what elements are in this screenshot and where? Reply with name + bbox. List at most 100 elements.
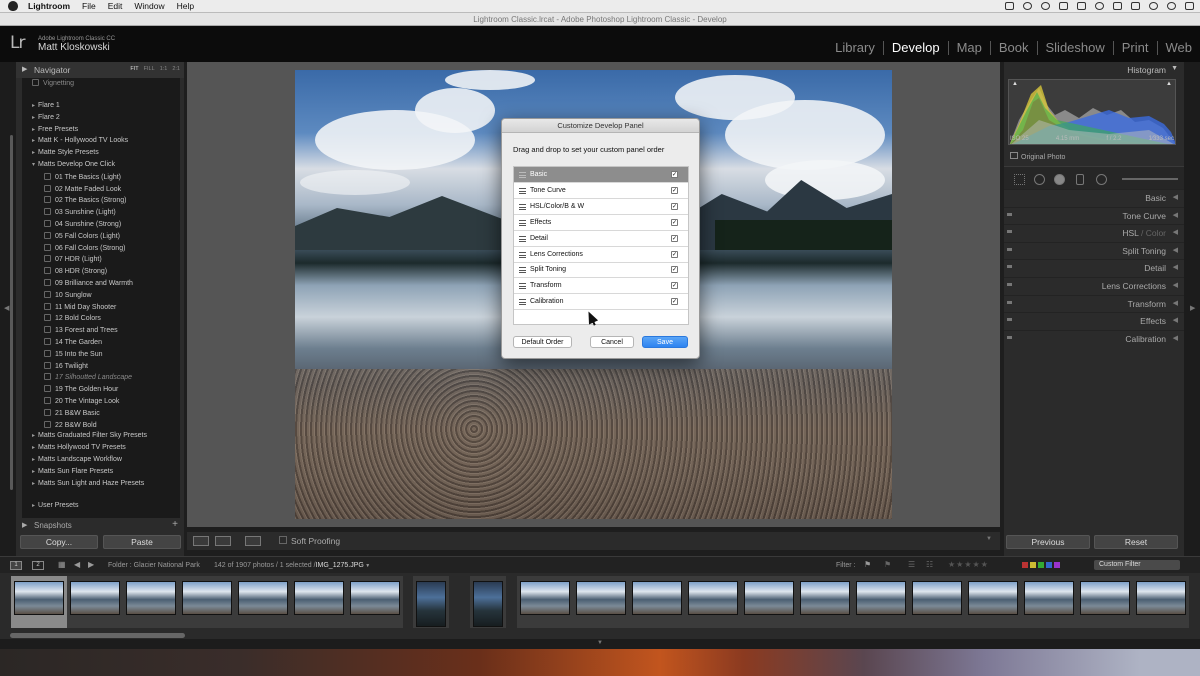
module-print[interactable]: Print — [1114, 40, 1157, 55]
preset-item[interactable]: 15 Into the Sun — [44, 350, 102, 358]
drag-handle-icon[interactable] — [519, 235, 526, 242]
panel-order-row[interactable]: Calibration ✓ — [514, 294, 688, 311]
drag-handle-icon[interactable] — [519, 187, 526, 194]
module-web[interactable]: Web — [1158, 40, 1200, 55]
creative-cloud-icon[interactable] — [1023, 2, 1032, 10]
filmstrip-scrollbar[interactable] — [10, 633, 185, 638]
grid-view-icon[interactable]: ▦ — [58, 560, 66, 569]
filmstrip-thumbnail[interactable] — [470, 576, 506, 628]
preset-folder[interactable]: Matts Sun Light and Haze Presets — [32, 480, 144, 487]
filmstrip-thumbnail[interactable] — [797, 576, 853, 628]
navigator-header[interactable]: ▶ Navigator FIT FILL 1:1 2:1 — [16, 62, 184, 78]
panel-visible-checkbox[interactable]: ✓ — [671, 250, 678, 258]
preset-item[interactable]: 02 Matte Faded Look — [44, 185, 121, 193]
filmstrip-thumbnail[interactable] — [235, 576, 291, 628]
primary-screen-button[interactable]: 1 — [10, 561, 22, 570]
filmstrip-thumbnail[interactable] — [909, 576, 965, 628]
preset-item[interactable]: 07 HDR (Light) — [44, 255, 102, 263]
menu-window[interactable]: Window — [134, 1, 164, 11]
copy-button[interactable]: Copy... — [20, 535, 98, 549]
virtual-copy-filter-icon[interactable]: ☷ — [926, 560, 933, 569]
module-slideshow[interactable]: Slideshow — [1038, 40, 1113, 55]
panel-section-effects[interactable]: Effects ◀ — [1004, 312, 1184, 329]
menu-file[interactable]: File — [82, 1, 96, 11]
preset-item[interactable]: 06 Fall Colors (Strong) — [44, 244, 125, 252]
panel-visible-checkbox[interactable]: ✓ — [671, 234, 678, 242]
left-panel-toggle-icon[interactable]: ◀ — [4, 304, 9, 312]
drag-handle-icon[interactable] — [519, 283, 526, 290]
panel-order-row[interactable]: Transform ✓ — [514, 278, 688, 295]
panel-order-row[interactable]: Lens Corrections ✓ — [514, 247, 688, 263]
filmstrip-thumbnail[interactable] — [291, 576, 347, 628]
yellow-label-filter[interactable] — [1030, 562, 1036, 568]
default-order-button[interactable]: Default Order — [513, 336, 572, 348]
previous-button[interactable]: Previous — [1006, 535, 1090, 549]
menu-help[interactable]: Help — [177, 1, 194, 11]
histogram-header[interactable]: Histogram ▼ — [1004, 62, 1184, 78]
menu-edit[interactable]: Edit — [108, 1, 123, 11]
preset-item[interactable]: 09 Brilliance and Warmth — [44, 279, 133, 287]
cast-icon[interactable] — [1059, 2, 1068, 10]
preset-folder[interactable]: Flare 1 — [32, 102, 60, 109]
filmstrip-thumbnail[interactable] — [413, 576, 449, 628]
filmstrip-thumbnail[interactable] — [685, 576, 741, 628]
adjustment-brush-slider[interactable] — [1122, 178, 1178, 180]
flag-filter-icon[interactable]: ⚑ — [864, 560, 871, 569]
before-after-split-icon[interactable] — [245, 536, 261, 546]
save-button[interactable]: Save — [642, 336, 688, 348]
zoom-fill[interactable]: FILL — [144, 66, 155, 72]
color-label[interactable]: Color — [1146, 228, 1166, 238]
panel-visible-checkbox[interactable]: ✓ — [671, 282, 678, 290]
panel-visible-checkbox[interactable]: ✓ — [671, 186, 678, 194]
preset-folder[interactable]: Matts Sun Flare Presets — [32, 468, 113, 475]
preset-item[interactable]: 08 HDR (Strong) — [44, 267, 107, 275]
preset-item[interactable]: 14 The Garden — [44, 338, 102, 346]
filmstrip-thumbnail[interactable] — [965, 576, 1021, 628]
panel-section-tone-curve[interactable]: Tone Curve ◀ — [1004, 206, 1184, 224]
panel-switch-icon[interactable] — [1007, 247, 1012, 251]
chevron-down-icon[interactable]: ▼ — [364, 563, 370, 569]
siri-icon[interactable] — [1167, 2, 1176, 10]
panel-visible-checkbox[interactable]: ✓ — [671, 266, 678, 274]
filmstrip-thumbnail[interactable] — [179, 576, 235, 628]
reset-button[interactable]: Reset — [1094, 535, 1178, 549]
preset-item[interactable]: 04 Sunshine (Strong) — [44, 220, 121, 228]
panel-switch-icon[interactable] — [1007, 265, 1012, 269]
screen-icon[interactable] — [1005, 2, 1014, 10]
panel-section-detail[interactable]: Detail ◀ — [1004, 259, 1184, 276]
panel-switch-icon[interactable] — [1007, 300, 1012, 304]
panel-switch-icon[interactable] — [1007, 230, 1012, 234]
drag-handle-icon[interactable] — [519, 203, 526, 210]
bottom-panel-toggle-icon[interactable]: ▼ — [597, 640, 603, 646]
custom-filter-select[interactable]: Custom Filter — [1094, 560, 1180, 570]
filmstrip-thumbnail[interactable] — [573, 576, 629, 628]
preset-item[interactable]: 20 The Vintage Look — [44, 397, 119, 405]
preset-item[interactable]: 05 Fall Colors (Light) — [44, 232, 120, 240]
apple-icon[interactable] — [8, 1, 18, 11]
hsl-label[interactable]: HSL — [1122, 228, 1138, 238]
preset-folder[interactable]: Matts Graduated Filter Sky Presets — [32, 432, 147, 439]
panel-order-row[interactable]: Detail ✓ — [514, 231, 688, 247]
spot-removal-tool-icon[interactable] — [1034, 174, 1045, 185]
sync-icon[interactable] — [1041, 2, 1050, 10]
preset-folder[interactable]: Matts Hollywood TV Presets — [32, 444, 126, 451]
red-eye-tool-icon[interactable] — [1054, 174, 1065, 185]
preset-item[interactable]: 11 Mid Day Shooter — [44, 303, 116, 311]
panel-switch-icon[interactable] — [1007, 283, 1012, 286]
preset-item[interactable]: 01 The Basics (Light) — [44, 173, 121, 181]
graduated-filter-icon[interactable] — [1076, 174, 1084, 185]
secondary-screen-button[interactable]: 2 — [32, 561, 44, 570]
filmstrip-thumbnail[interactable] — [741, 576, 797, 628]
filmstrip-thumbnail[interactable] — [1021, 576, 1077, 628]
filmstrip-thumbnail[interactable] — [347, 576, 403, 628]
shadow-clipping-icon[interactable]: ▲ — [1012, 81, 1018, 87]
battery-icon[interactable] — [1131, 2, 1140, 10]
rating-filter-stars[interactable]: ★★★★★ — [948, 560, 989, 569]
add-snapshot-icon[interactable]: + — [172, 519, 178, 530]
back-arrow-icon[interactable]: ◀ — [74, 560, 80, 569]
preset-item[interactable]: 10 Sunglow — [44, 291, 92, 299]
radial-filter-icon[interactable] — [1096, 174, 1107, 185]
forward-arrow-icon[interactable]: ▶ — [88, 560, 94, 569]
panel-section-calibration[interactable]: Calibration ◀ — [1004, 329, 1184, 347]
unflag-filter-icon[interactable]: ⚑ — [884, 560, 891, 569]
